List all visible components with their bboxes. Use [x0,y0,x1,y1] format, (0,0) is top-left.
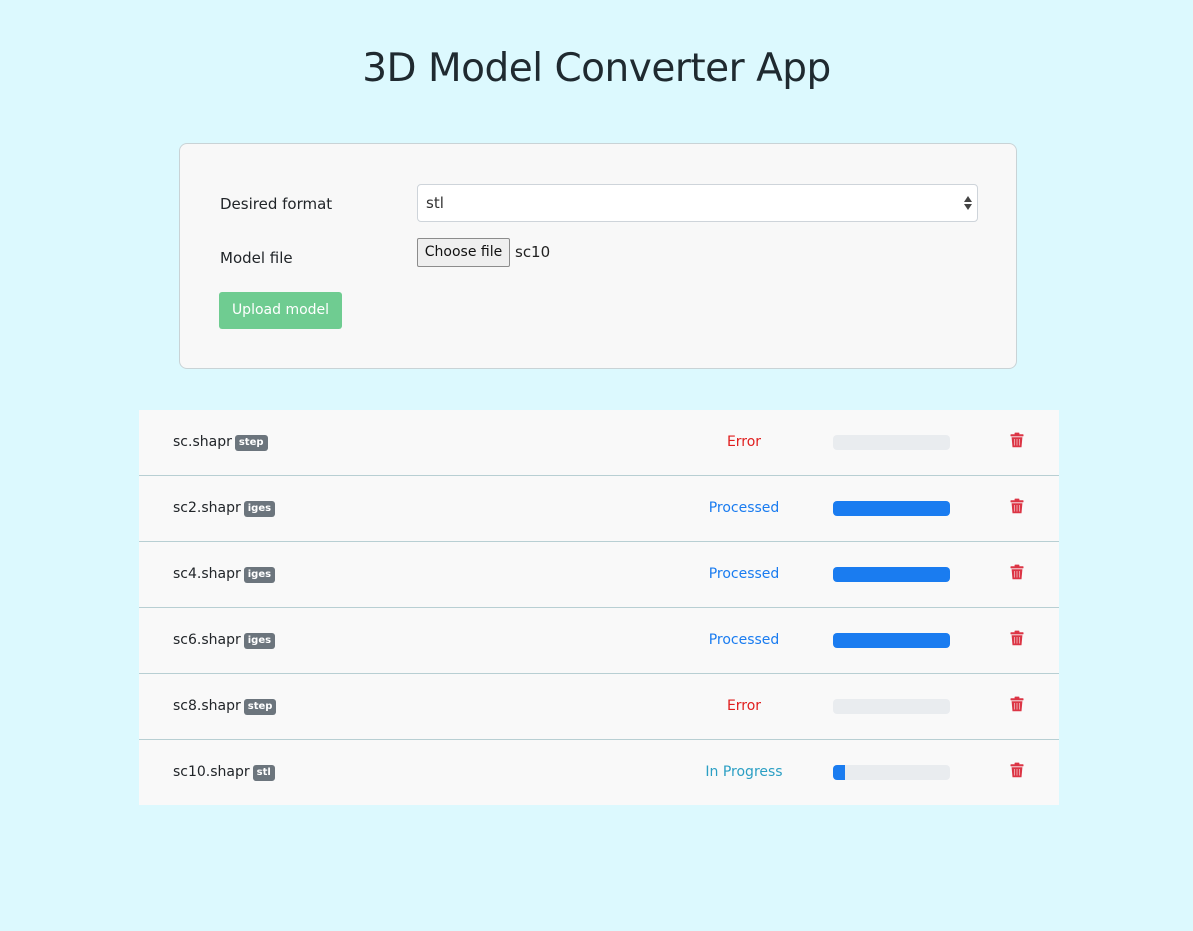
job-name-text: sc4.shapr [173,566,241,582]
progress-fill [833,501,950,516]
format-badge: step [234,435,268,451]
job-name-text: sc6.shapr [173,632,241,648]
job-row: sc2.shapr iges Processed [139,476,1059,542]
trash-icon[interactable] [1010,696,1024,712]
format-badge: iges [243,501,276,517]
job-row: sc6.shapr iges Processed [139,608,1059,674]
job-row: sc.shapr step Error [139,410,1059,476]
trash-icon[interactable] [1010,630,1024,646]
upload-model-button[interactable]: Upload model [219,292,342,329]
trash-icon[interactable] [1010,564,1024,580]
format-badge: iges [243,633,276,649]
progress-bar [833,765,950,780]
job-name: sc4.shapr iges [173,566,276,583]
job-name-text: sc.shapr [173,434,232,450]
upload-form: Desired format stl Model file Choose fil… [179,143,1017,369]
progress-fill [833,567,950,582]
format-badge: step [243,699,277,715]
job-row: sc8.shapr step Error [139,674,1059,740]
job-name-text: sc8.shapr [173,698,241,714]
progress-bar [833,699,950,714]
choose-file-button[interactable]: Choose file [417,238,510,267]
job-name: sc2.shapr iges [173,500,276,517]
file-label: Model file [220,249,293,267]
selected-file-name: sc10 [515,243,551,261]
progress-bar [833,633,950,648]
job-status: In Progress [705,764,783,780]
trash-icon[interactable] [1010,498,1024,514]
format-select-value: stl [426,194,444,212]
job-status: Processed [708,566,780,582]
progress-bar [833,435,950,450]
job-name: sc.shapr step [173,434,268,451]
trash-icon[interactable] [1010,762,1024,778]
job-name: sc6.shapr iges [173,632,276,649]
updown-arrows-icon [963,193,973,213]
format-label: Desired format [220,195,333,213]
job-name-text: sc10.shapr [173,764,250,780]
progress-fill [833,765,845,780]
job-row: sc10.shapr stl In Progress [139,740,1059,805]
job-status: Error [726,698,762,714]
job-row: sc4.shapr iges Processed [139,542,1059,608]
progress-bar [833,567,950,582]
job-name-text: sc2.shapr [173,500,241,516]
format-badge: stl [252,765,275,781]
job-list: sc.shapr step Error sc2.shapr iges Process… [139,410,1059,805]
progress-bar [833,501,950,516]
format-select[interactable]: stl [417,184,978,222]
job-name: sc10.shapr stl [173,764,275,781]
job-status: Processed [708,500,780,516]
job-status: Processed [708,632,780,648]
job-name: sc8.shapr step [173,698,277,715]
page-title: 3D Model Converter App [362,46,831,91]
format-badge: iges [243,567,276,583]
progress-fill [833,633,950,648]
job-status: Error [726,434,762,450]
trash-icon[interactable] [1010,432,1024,448]
